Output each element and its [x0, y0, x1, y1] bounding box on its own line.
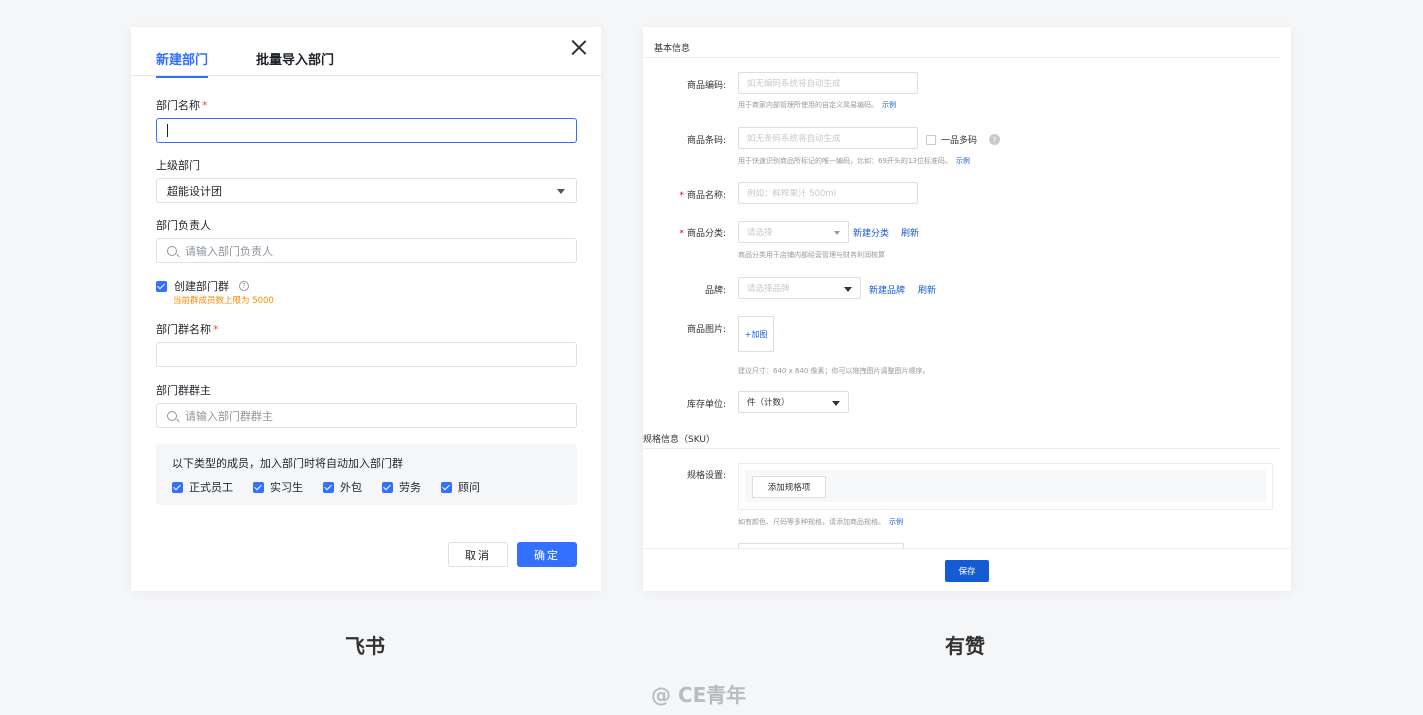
- product-name-input[interactable]: 例如：鲜榨果汁 500ml: [738, 182, 918, 204]
- spec-settings-label: 规格设置:: [686, 471, 726, 481]
- checkbox-checked-icon: [441, 481, 452, 493]
- group-limit-hint: 当前群成员数上限为 5000: [173, 296, 274, 306]
- parent-dept-select[interactable]: 超能设计团: [156, 178, 577, 203]
- barcode-label: 商品条码:: [686, 136, 726, 146]
- refresh-category-link[interactable]: 刷新: [901, 226, 919, 239]
- create-group-checkbox[interactable]: 创建部门群 ?: [156, 278, 249, 294]
- product-code-label: 商品编码:: [686, 81, 726, 91]
- option-intern[interactable]: 实习生: [253, 479, 303, 495]
- tabs-divider: [131, 75, 601, 76]
- refresh-brand-link[interactable]: 刷新: [918, 283, 936, 296]
- category-placeholder: 请选择: [747, 228, 773, 238]
- parent-dept-value: 超能设计团: [167, 184, 222, 198]
- dept-leader-placeholder: 请输入部门负责人: [185, 244, 273, 258]
- group-owner-placeholder: 请输入部门群群主: [185, 409, 273, 423]
- sku-info-title: 规格信息（SKU）: [643, 435, 715, 445]
- product-image-label: 商品图片:: [686, 325, 726, 335]
- checkbox-checked-icon: [156, 280, 167, 292]
- auto-join-box: 以下类型的成员，加入部门时将自动加入部门群 正式员工 实习生 外包 劳务 顾问: [156, 444, 577, 505]
- text-caret: [167, 124, 168, 137]
- example-link[interactable]: 示例: [956, 157, 970, 165]
- save-button[interactable]: 保存: [945, 560, 989, 582]
- new-brand-link[interactable]: 新建品牌: [869, 283, 905, 296]
- dept-leader-input[interactable]: 请输入部门负责人: [156, 238, 577, 263]
- add-image-button[interactable]: +加图: [738, 316, 774, 352]
- category-label: * 商品分类:: [679, 229, 726, 239]
- chevron-down-icon: [844, 287, 852, 292]
- dialog-tabs: 新建部门 批量导入部门: [156, 49, 334, 78]
- stock-unit-value: 件（计数）: [747, 398, 790, 408]
- product-name-label: * 商品名称:: [679, 191, 726, 201]
- stock-unit-label: 库存单位:: [686, 400, 726, 410]
- brand-placeholder: 请选择品牌: [747, 284, 790, 294]
- checkbox-checked-icon: [172, 481, 183, 493]
- auto-join-options: 正式员工 实习生 外包 劳务 顾问: [172, 479, 480, 495]
- example-link[interactable]: 示例: [889, 518, 903, 526]
- new-category-link[interactable]: 新建分类: [853, 226, 889, 239]
- help-icon[interactable]: ?: [239, 281, 249, 291]
- feishu-new-department-dialog: 新建部门 批量导入部门 部门名称 * 上级部门 超能设计团 部门负责人 请输入部门…: [131, 27, 601, 591]
- cancel-button[interactable]: 取消: [448, 542, 508, 567]
- section-divider: [643, 57, 1281, 58]
- section-divider: [643, 448, 1281, 449]
- multi-code-label: 一品多码: [941, 136, 978, 146]
- option-label: 劳务: [399, 481, 421, 494]
- bottom-action-bar: 保存: [643, 548, 1291, 591]
- group-owner-label: 部门群群主: [156, 384, 211, 397]
- group-name-input[interactable]: [156, 342, 577, 367]
- option-label: 顾问: [458, 481, 480, 494]
- brand-select[interactable]: 请选择品牌: [738, 277, 861, 299]
- help-icon[interactable]: ?: [989, 134, 1001, 145]
- create-group-label: 创建部门群: [174, 280, 229, 293]
- option-consultant[interactable]: 顾问: [441, 479, 480, 495]
- dept-leader-label: 部门负责人: [156, 219, 211, 232]
- option-label: 正式员工: [189, 481, 233, 494]
- basic-info-title: 基本信息: [654, 44, 691, 54]
- auto-join-title: 以下类型的成员，加入部门时将自动加入部门群: [172, 457, 403, 470]
- multi-code-checkbox[interactable]: 一品多码 ?: [926, 133, 1001, 146]
- checkbox-unchecked-icon: [926, 134, 936, 145]
- option-label: 实习生: [270, 481, 303, 494]
- product-code-input[interactable]: 如无编码系统将自动生成: [738, 72, 918, 94]
- checkbox-checked-icon: [323, 481, 334, 493]
- spec-hint: 如有颜色、尺码等多种规格，请添加商品规格。 示例: [738, 518, 903, 526]
- option-outsource[interactable]: 外包: [323, 479, 362, 495]
- group-owner-input[interactable]: 请输入部门群群主: [156, 403, 577, 428]
- category-select[interactable]: 请选择: [738, 221, 849, 243]
- tab-batch-import[interactable]: 批量导入部门: [256, 49, 334, 75]
- barcode-hint: 用于快速识别商品所标记的唯一编码，比如：69开头的13位标准码。 示例: [738, 157, 970, 165]
- option-fulltime[interactable]: 正式员工: [172, 479, 233, 495]
- dept-name-input[interactable]: [156, 118, 577, 143]
- stock-unit-select[interactable]: 件（计数）: [738, 391, 849, 413]
- option-labor[interactable]: 劳务: [382, 479, 421, 495]
- category-hint: 商品分类用于店铺内部经营管理与财务利润核算: [738, 251, 885, 259]
- brand-label: 品牌:: [704, 286, 726, 296]
- search-icon: [167, 245, 177, 256]
- checkbox-checked-icon: [382, 481, 393, 493]
- group-name-label: 部门群名称 *: [156, 323, 219, 336]
- barcode-input[interactable]: 如无条码系统将自动生成: [738, 127, 918, 149]
- search-icon: [167, 410, 177, 421]
- dept-name-label: 部门名称 *: [156, 99, 208, 112]
- add-spec-button[interactable]: 添加规格项: [752, 476, 826, 498]
- spec-settings-box: 添加规格项: [738, 463, 1273, 510]
- image-hint: 建议尺寸：640 x 640 像素；你可以拖拽图片调整图片顺序。: [738, 367, 930, 375]
- chevron-down-icon: [557, 189, 565, 194]
- watermark: @ CE青年: [651, 683, 747, 707]
- confirm-button[interactable]: 确定: [517, 542, 577, 567]
- spec-inner-area: 添加规格项: [745, 470, 1266, 502]
- option-label: 外包: [340, 481, 362, 494]
- close-icon[interactable]: [571, 39, 587, 55]
- parent-dept-label: 上级部门: [156, 159, 200, 172]
- caption-youzan: 有赞: [945, 634, 985, 658]
- youzan-product-form: 基本信息 商品编码: 如无编码系统将自动生成 用于商家内部管理所使用的自定义简易…: [643, 27, 1291, 591]
- chevron-down-icon: [832, 401, 840, 406]
- checkbox-checked-icon: [253, 481, 264, 493]
- chevron-down-icon: [834, 231, 840, 235]
- example-link[interactable]: 示例: [882, 101, 896, 109]
- tab-new-department[interactable]: 新建部门: [156, 49, 209, 78]
- product-code-hint: 用于商家内部管理所使用的自定义简易编码。 示例: [738, 101, 896, 109]
- caption-feishu: 飞书: [345, 634, 385, 658]
